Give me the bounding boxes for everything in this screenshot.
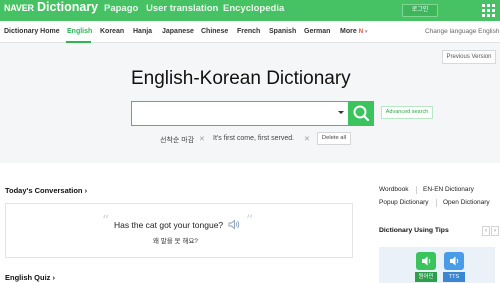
- apps-grid-icon[interactable]: [481, 3, 495, 17]
- conversation-korean: 왜 말을 못 해요?: [153, 238, 198, 245]
- delete-all-button[interactable]: Delete all: [317, 132, 351, 145]
- todays-conversation-label: Today's Conversation: [5, 186, 83, 195]
- native-speaker-label: 원어민: [415, 272, 437, 282]
- tab-more-label: More: [340, 28, 357, 35]
- tts-icon: [444, 252, 464, 270]
- nav-user-translation[interactable]: User translation: [146, 3, 218, 14]
- previous-arrow-icon[interactable]: ‹: [482, 226, 490, 236]
- close-icon[interactable]: ✕: [304, 135, 310, 143]
- nav-encyclopedia[interactable]: Encyclopedia: [223, 3, 284, 14]
- english-quiz-title[interactable]: English Quiz ›: [5, 273, 55, 282]
- previous-version-button[interactable]: Previous Version: [442, 50, 496, 64]
- language-tab-bar: Dictionary Home English Korean Hanja Jap…: [0, 21, 500, 43]
- conversation-english: Has the cat got your tongue?: [114, 220, 224, 230]
- tab-more[interactable]: More N ▾: [340, 28, 368, 35]
- conversation-card: [5, 203, 353, 258]
- autocomplete-toggle-icon[interactable]: [338, 111, 344, 114]
- popup-dictionary-link[interactable]: Popup Dictionary: [379, 199, 429, 206]
- recent-search-item[interactable]: It's first come, first served.: [213, 135, 294, 142]
- search-input[interactable]: [131, 101, 349, 126]
- recent-search-item[interactable]: 선착순 마감: [160, 135, 194, 145]
- next-arrow-icon[interactable]: ›: [491, 226, 499, 236]
- search-button[interactable]: [349, 101, 374, 126]
- tab-spanish[interactable]: Spanish: [269, 28, 296, 35]
- wordbook-link[interactable]: Wordbook: [379, 186, 409, 193]
- native-speaker-icon: [416, 252, 436, 270]
- divider: [436, 199, 437, 207]
- open-quote-icon: “: [102, 213, 110, 229]
- tab-hanja[interactable]: Hanja: [133, 28, 152, 35]
- dictionary-logo[interactable]: Dictionary: [37, 0, 98, 14]
- chevron-right-icon: ›: [84, 186, 88, 195]
- advanced-search-button[interactable]: Advanced search: [381, 106, 433, 119]
- tab-english[interactable]: English: [67, 28, 92, 35]
- tab-japanese[interactable]: Japanese: [162, 28, 194, 35]
- naver-logo[interactable]: NAVER: [4, 3, 34, 13]
- en-en-dictionary-link[interactable]: EN-EN Dictionary: [423, 186, 474, 193]
- tts-label: TTS: [443, 272, 465, 282]
- tips-card[interactable]: [379, 247, 495, 283]
- tab-german[interactable]: German: [304, 28, 330, 35]
- change-language-label: Change language English: [425, 28, 500, 35]
- english-quiz-label: English Quiz: [5, 273, 51, 282]
- chevron-right-icon: ›: [52, 273, 56, 282]
- search-icon: [353, 105, 370, 122]
- tab-french[interactable]: French: [237, 28, 260, 35]
- speaker-icon[interactable]: [228, 219, 240, 230]
- new-badge: N: [358, 29, 364, 35]
- tab-chinese[interactable]: Chinese: [201, 28, 228, 35]
- chevron-down-icon: ▾: [364, 29, 368, 35]
- tab-dictionary-home[interactable]: Dictionary Home: [4, 28, 60, 35]
- login-button[interactable]: 로그인: [402, 4, 438, 17]
- change-language-button[interactable]: Change language English ▾: [425, 28, 500, 35]
- dictionary-tips-title: Dictionary Using Tips: [379, 227, 449, 234]
- close-icon[interactable]: ✕: [199, 135, 205, 143]
- divider: [416, 186, 417, 194]
- top-navigation-bar: NAVER Dictionary Papago User translation…: [0, 0, 500, 21]
- open-dictionary-link[interactable]: Open Dictionary: [443, 199, 490, 206]
- nav-papago[interactable]: Papago: [104, 3, 138, 14]
- page-title: English-Korean Dictionary: [131, 68, 351, 89]
- todays-conversation-title[interactable]: Today's Conversation ›: [5, 186, 87, 195]
- close-quote-icon: ”: [246, 213, 254, 229]
- tab-korean[interactable]: Korean: [100, 28, 124, 35]
